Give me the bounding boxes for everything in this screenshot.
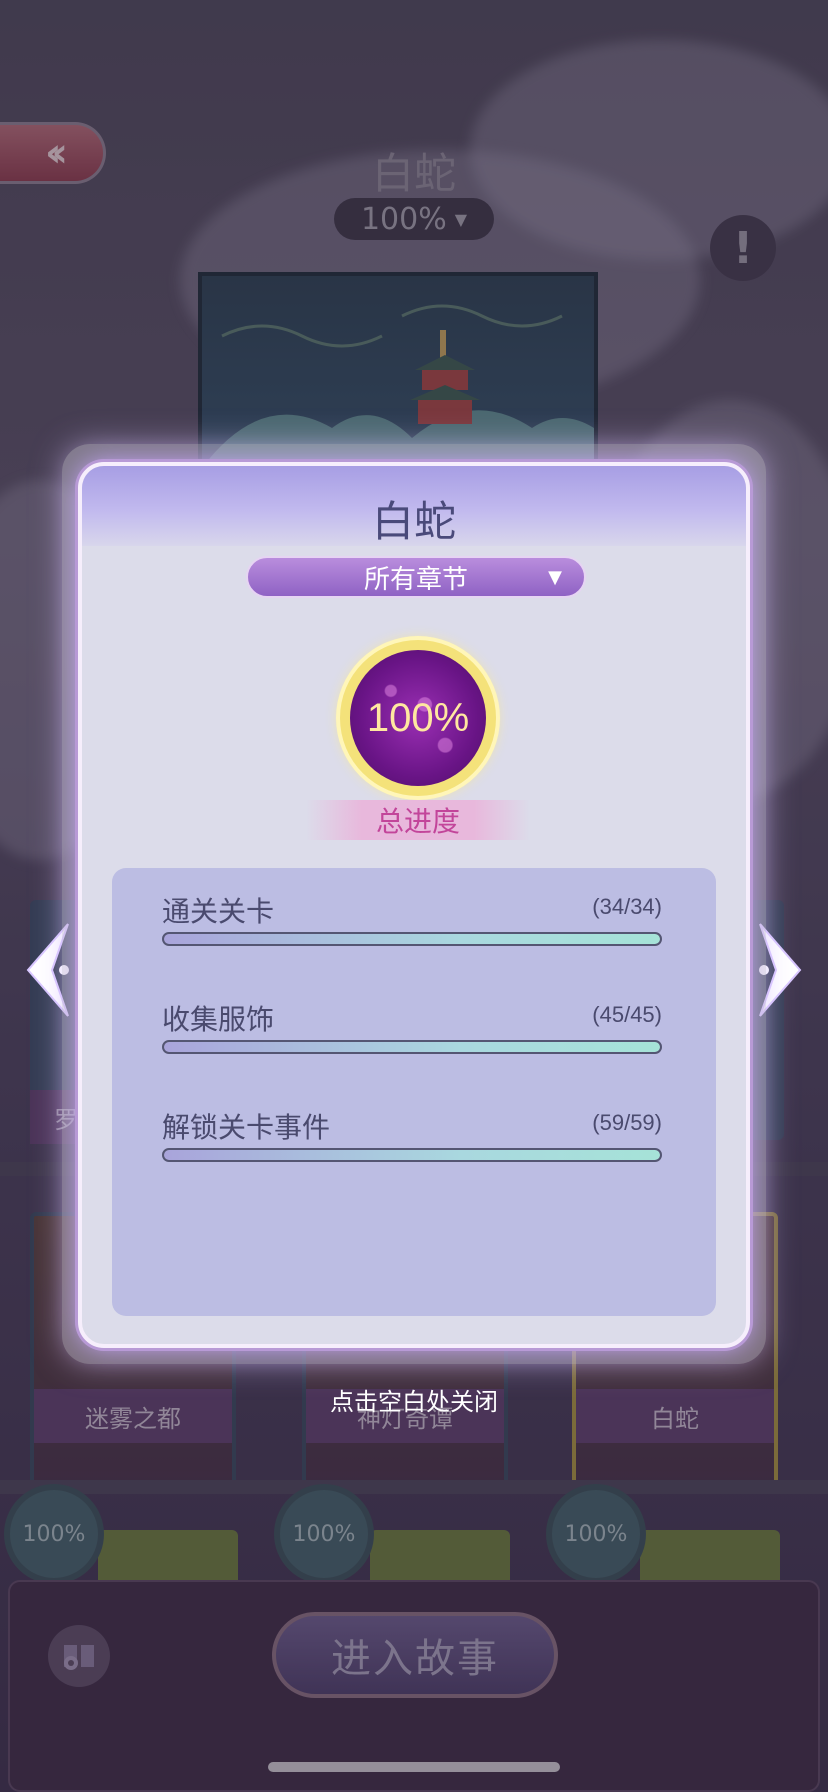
stat-name: 通关关卡 <box>162 895 275 928</box>
stat-progress-bar <box>162 1148 662 1162</box>
caret-down-icon: ▼ <box>548 567 562 588</box>
popup-title: 白蛇 <box>371 497 456 546</box>
stat-count: (45/45) <box>592 1002 662 1027</box>
total-progress-value: 100% <box>350 650 486 786</box>
stat-progress-bar <box>162 932 662 946</box>
chapter-select-dropdown[interactable]: 所有章节 ▼ <box>246 556 586 598</box>
progress-popup: 白蛇 所有章节 ▼ 100% 总进度 通关关卡 (34/34) 收集服饰 (45… <box>78 462 750 1348</box>
stats-panel: 通关关卡 (34/34) 收集服饰 (45/45) 解锁关卡事件 (59/59) <box>112 868 716 1316</box>
stat-progress-fill <box>164 934 660 944</box>
chapter-select-value: 所有章节 <box>363 564 468 595</box>
stat-progress-fill <box>164 1042 660 1052</box>
total-progress-ring: 100% <box>340 640 496 796</box>
stat-name: 解锁关卡事件 <box>162 1111 331 1144</box>
stat-name: 收集服饰 <box>162 1003 275 1036</box>
stat-progress-bar <box>162 1040 662 1054</box>
stat-count: (34/34) <box>592 894 662 919</box>
close-hint: 点击空白处关闭 <box>330 1388 498 1416</box>
stat-count: (59/59) <box>592 1110 662 1135</box>
total-progress-label: 总进度 <box>306 800 530 840</box>
stat-progress-fill <box>164 1150 660 1160</box>
